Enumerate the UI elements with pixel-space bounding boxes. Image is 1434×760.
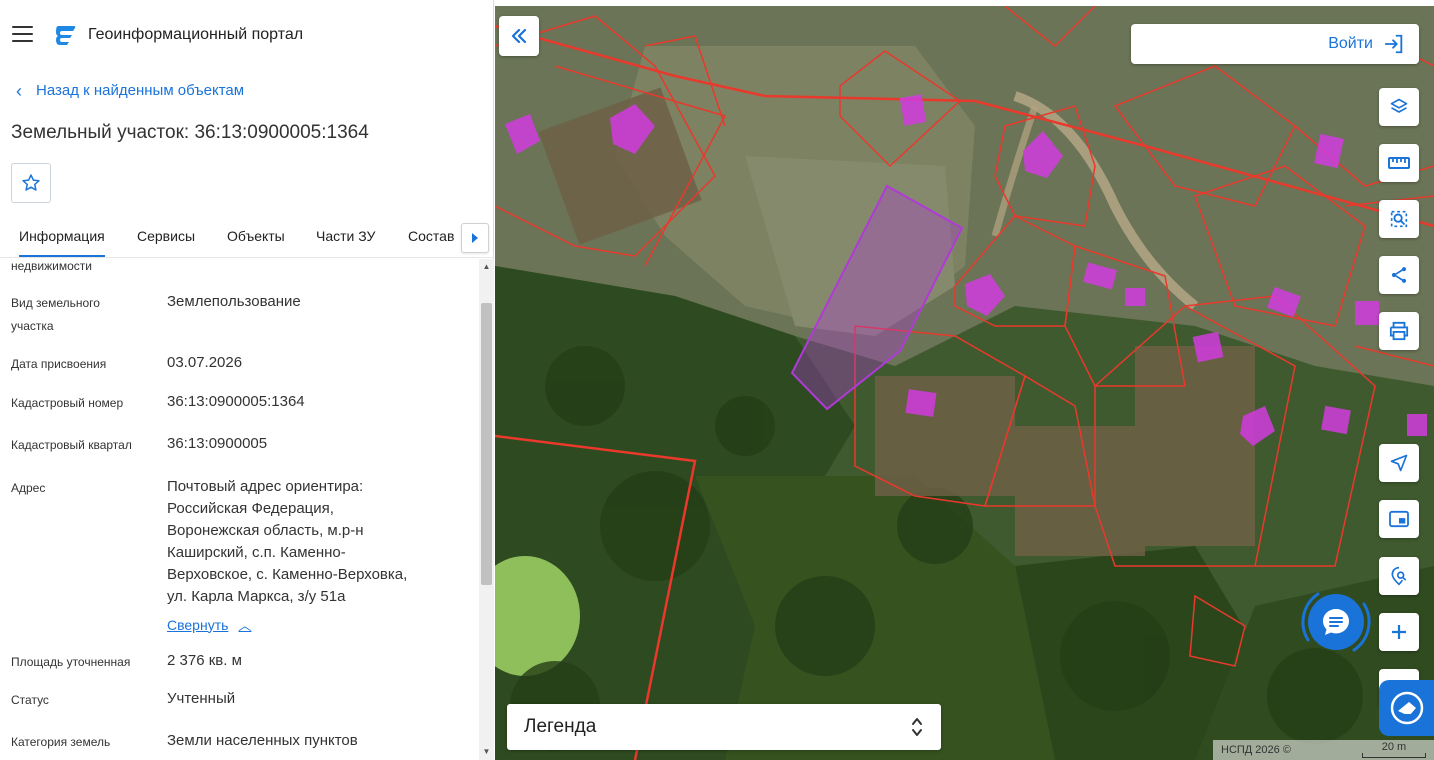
info-value: 03.07.2026 (167, 354, 243, 371)
info-label: Статус (11, 693, 49, 707)
ruler-icon (1388, 157, 1410, 169)
scroll-thumb[interactable] (481, 303, 492, 585)
print-button[interactable] (1379, 312, 1419, 350)
scale-bar: 20 m (1362, 742, 1426, 758)
tab-bar: Информация Сервисы Объекты Части ЗУ Сост… (0, 218, 494, 258)
back-to-results-link[interactable]: ‹ Назад к найденным объектам (16, 80, 245, 101)
minimap-button[interactable] (1379, 500, 1419, 538)
print-icon (1389, 321, 1409, 341)
chevron-up-down-icon (912, 718, 922, 736)
info-value: 36:13:0900005:1364 (167, 393, 305, 410)
portal-title: Геоинформационный портал (88, 26, 304, 43)
scroll-up-arrow-icon[interactable]: ▲ (479, 259, 494, 275)
caret-right-icon (472, 233, 478, 243)
chat-widget[interactable] (1294, 580, 1378, 664)
nspd-logo-icon (1390, 691, 1423, 725)
info-value: Учтенный (167, 690, 236, 707)
info-panel: Геоинформационный портал ‹ Назад к найде… (0, 0, 494, 760)
tab-objects[interactable]: Объекты (227, 228, 285, 244)
address-value: Почтовый адрес ориентира: Российская Фед… (167, 478, 408, 605)
navigation-button[interactable] (1379, 444, 1419, 482)
navigation-icon (1390, 454, 1408, 472)
login-icon (1384, 34, 1403, 54)
page-title: Земельный участок: 36:13:0900005:1364 (11, 122, 369, 143)
favorite-button[interactable] (11, 163, 51, 203)
attribution-text: НСПД 2026 © (1221, 744, 1291, 756)
share-button[interactable] (1379, 256, 1419, 294)
info-label: недвижимости (11, 259, 92, 273)
scale-label: 20 m (1381, 741, 1407, 753)
info-label: Кадастровый квартал (11, 438, 132, 452)
info-label: Адрес (11, 481, 46, 495)
legend-dropdown[interactable]: Легенда (507, 704, 941, 750)
map-view[interactable]: Войти Легенда НСПД 2026 © 20 m (495, 6, 1434, 760)
chevron-left-icon: ‹ (16, 80, 22, 101)
info-scrollbar[interactable]: ▲ ▼ (479, 259, 494, 760)
tab-services[interactable]: Сервисы (137, 228, 195, 244)
portal-logo-icon (56, 26, 76, 45)
double-chevron-left-icon (511, 29, 527, 43)
tab-composition[interactable]: Состав (408, 228, 454, 244)
info-value: 36:13:0900005 (167, 435, 268, 452)
info-value: Землепользование (167, 293, 301, 310)
chat-icon (1323, 609, 1349, 635)
location-search-icon (1391, 566, 1407, 586)
share-icon (1391, 267, 1407, 283)
zoom-in-button[interactable] (1379, 613, 1419, 651)
info-label: Площадь уточненная (11, 655, 131, 669)
minimap-icon (1389, 510, 1409, 528)
menu-icon[interactable] (12, 26, 33, 42)
tab-information[interactable]: Информация (19, 228, 105, 257)
info-label: Вид земельного участка (11, 296, 100, 333)
tab-parts[interactable]: Части ЗУ (316, 228, 375, 244)
back-link-label: Назад к найденным объектам (36, 82, 245, 99)
info-value: 2 376 кв. м (167, 652, 242, 669)
layers-button[interactable] (1379, 88, 1419, 126)
star-icon (22, 174, 40, 191)
zoom-in-icon (1392, 625, 1406, 639)
scroll-down-arrow-icon[interactable]: ▼ (479, 744, 494, 760)
nspd-logo-button[interactable] (1379, 680, 1434, 736)
tabs-scroll-right-button[interactable] (461, 223, 489, 253)
info-list: недвижимости Вид земельного участка Земл… (0, 259, 480, 760)
info-value: Земли населенных пунктов (167, 732, 358, 749)
login-button[interactable]: Войти (1131, 24, 1419, 64)
layers-icon (1390, 98, 1408, 113)
info-label: Категория земель (11, 735, 111, 749)
chevron-up-icon: ︿ (238, 618, 252, 633)
select-area-icon (1390, 210, 1408, 228)
info-label: Дата присвоения (11, 357, 107, 371)
chat-button[interactable] (1308, 594, 1364, 650)
collapse-link[interactable]: Свернуть ︿ (167, 615, 251, 634)
map-attribution: НСПД 2026 © 20 m (1213, 740, 1434, 760)
collapse-panel-button[interactable] (499, 16, 539, 56)
ruler-button[interactable] (1379, 144, 1419, 182)
header-bar: Геоинформационный портал (0, 0, 494, 70)
select-area-button[interactable] (1379, 200, 1419, 238)
legend-label: Легенда (524, 716, 597, 737)
info-label: Кадастровый номер (11, 396, 124, 410)
location-search-button[interactable] (1379, 557, 1419, 595)
